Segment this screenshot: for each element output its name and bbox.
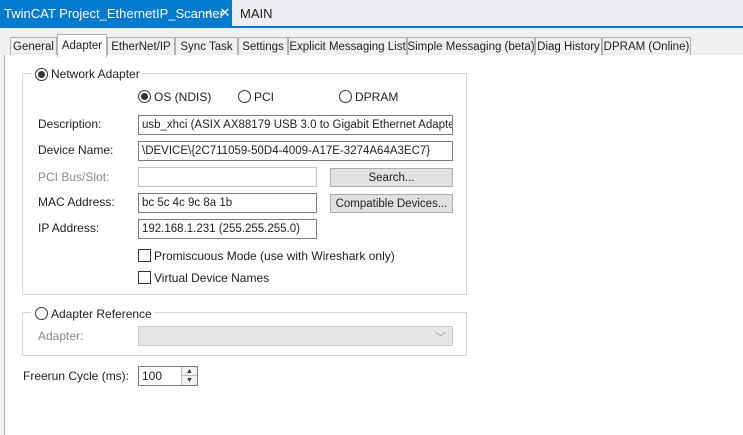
promiscuous-mode-label: Promiscuous Mode (use with Wireshark onl… [154,249,395,263]
network-adapter-radio[interactable] [35,68,48,81]
pci-radio[interactable] [238,90,251,103]
adapter-select[interactable]: ﹀ [138,326,453,346]
tab-ethernet-ip-label: EtherNet/IP [111,41,171,53]
pci-bus-slot-label: PCI Bus/Slot: [38,170,110,184]
adapter-reference-radio[interactable] [35,307,48,320]
virtual-device-names-checkbox[interactable] [138,271,151,284]
document-tab-project-label: TwinCAT Project_EthernetIP_Scanner [4,5,224,21]
dpram-radio[interactable] [339,90,352,103]
document-tab-project[interactable]: TwinCAT Project_EthernetIP_Scanner [0,0,232,26]
tab-general[interactable]: General [10,37,57,56]
document-tab-main[interactable]: MAIN [232,0,332,26]
tab-sync-task-label: Sync Task [180,41,233,53]
stepper-buttons: ▲ ▼ [181,367,197,385]
tab-settings[interactable]: Settings [238,37,288,56]
adapter-reference-legend: Adapter Reference [31,307,154,321]
adapter-reference-label: Adapter Reference [51,307,152,321]
tab-diag-history-label: Diag History [537,41,600,53]
pci-label: PCI [254,90,275,104]
close-icon[interactable]: ✕ [218,0,232,26]
ip-address-field[interactable]: 192.168.1.231 (255.255.255.0) [138,219,317,239]
tab-ethernet-ip[interactable]: EtherNet/IP [107,37,175,56]
tab-dpram-online-label: DPRAM (Online) [603,41,690,53]
adapter-panel: Network Adapter OS (NDIS) PCI DPRAM Desc… [4,55,743,435]
pin-icon[interactable]: ⊣ [200,0,214,26]
device-name-field[interactable]: \DEVICE\{2C711059-50D4-4009-A17E-3274A64… [138,141,453,161]
tab-general-label: General [13,41,54,53]
tab-simple-messaging-label: Simple Messaging (beta) [407,41,535,53]
tab-explicit-messaging-list-label: Explicit Messaging List [289,41,406,53]
network-adapter-label: Network Adapter [51,67,140,81]
freerun-cycle-stepper[interactable]: 100 ▲ ▼ [138,366,198,386]
tab-simple-messaging[interactable]: Simple Messaging (beta) [407,37,535,56]
os-ndis-label: OS (NDIS) [154,90,212,104]
tab-adapter[interactable]: Adapter [57,34,107,57]
description-field[interactable]: usb_xhci (ASIX AX88179 USB 3.0 to Gigabi… [138,115,453,135]
device-name-label: Device Name: [38,143,114,157]
tab-dpram-online[interactable]: DPRAM (Online) [602,37,691,56]
description-label: Description: [38,117,102,131]
mac-address-label: MAC Address: [38,195,115,209]
compatible-devices-button[interactable]: Compatible Devices... [330,194,453,213]
virtual-device-names-label: Virtual Device Names [154,271,270,285]
tab-sync-task[interactable]: Sync Task [175,37,238,56]
promiscuous-mode-checkbox[interactable] [138,249,151,262]
dpram-label: DPRAM [355,90,399,104]
compatible-devices-button-label: Compatible Devices... [335,197,448,210]
document-tab-strip: TwinCAT Project_EthernetIP_Scanner ⊣ ✕ M… [0,0,743,28]
search-button-label: Search... [368,171,415,184]
mac-address-field[interactable]: bc 5c 4c 9c 8a 1b [138,193,317,213]
freerun-cycle-value: 100 [142,369,163,383]
adapter-label: Adapter: [38,329,84,343]
tab-diag-history[interactable]: Diag History [535,37,602,56]
pci-bus-slot-field[interactable] [138,167,317,187]
document-tab-main-label: MAIN [240,5,273,21]
search-button[interactable]: Search... [330,168,453,187]
stepper-down-icon[interactable]: ▼ [182,376,197,385]
freerun-cycle-label: Freerun Cycle (ms): [23,369,130,383]
stepper-up-icon[interactable]: ▲ [182,367,197,376]
os-ndis-radio[interactable] [138,90,151,103]
chevron-down-icon: ﹀ [435,332,446,344]
ip-address-label: IP Address: [38,221,100,235]
tab-explicit-messaging-list[interactable]: Explicit Messaging List [288,37,407,56]
tab-adapter-label: Adapter [61,40,103,52]
property-tab-strip: General Adapter EtherNet/IP Sync Task Se… [0,34,743,57]
tab-settings-label: Settings [242,41,284,53]
